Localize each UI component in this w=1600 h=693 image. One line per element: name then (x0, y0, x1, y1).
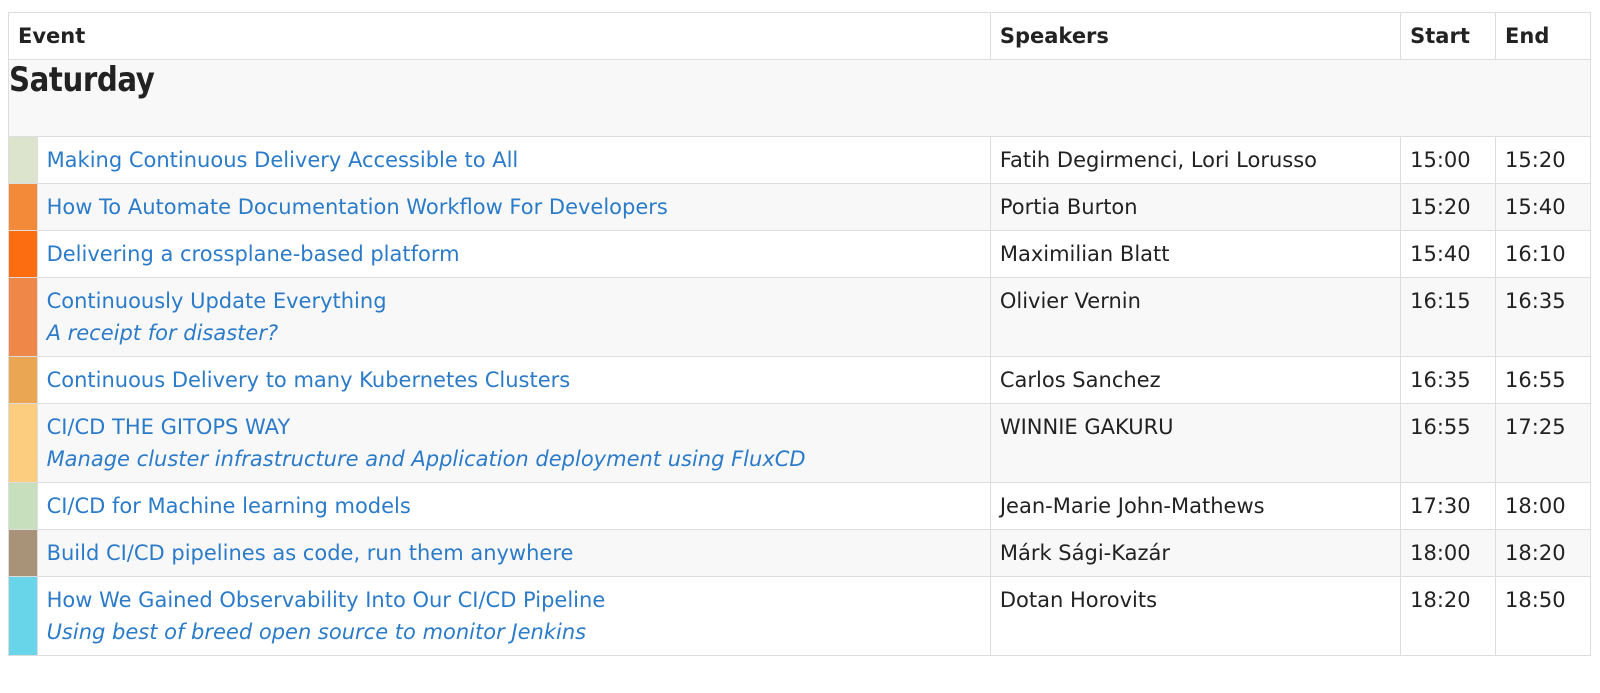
talk-title-link[interactable]: How We Gained Observability Into Our CI/… (47, 586, 981, 614)
speakers-cell: Maximilian Blatt (989, 230, 1402, 278)
start-time-cell: 15:00 (1400, 136, 1497, 184)
talk-title-link[interactable]: How To Automate Documentation Workflow F… (47, 193, 981, 221)
track-color-swatch (8, 576, 38, 656)
table-row: Continuous Delivery to many Kubernetes C… (8, 356, 1591, 404)
speakers-cell: Jean-Marie John-Mathews (989, 482, 1402, 530)
speakers-cell: Márk Sági-Kazár (989, 529, 1402, 577)
talk-title-link[interactable]: Delivering a crossplane-based platform (47, 240, 981, 268)
talk-title-link[interactable]: Continuously Update Everything (47, 287, 981, 315)
track-color-swatch (8, 482, 38, 530)
talk-title-link[interactable]: Continuous Delivery to many Kubernetes C… (47, 366, 981, 394)
event-cell: CI/CD THE GITOPS WAY Manage cluster infra… (36, 403, 991, 483)
start-time-cell: 15:40 (1400, 230, 1497, 278)
event-cell: Build CI/CD pipelines as code, run them … (36, 529, 991, 577)
end-time-cell: 16:10 (1495, 230, 1591, 278)
start-time-cell: 18:20 (1400, 576, 1497, 656)
speakers-column-header: Speakers (989, 12, 1402, 60)
track-color-swatch (8, 403, 38, 483)
table-row: CI/CD for Machine learning models Jean-Ma… (8, 482, 1591, 530)
table-row: Making Continuous Delivery Accessible to… (8, 136, 1591, 184)
table-row: CI/CD THE GITOPS WAY Manage cluster infra… (8, 403, 1591, 483)
start-time-cell: 15:20 (1400, 183, 1497, 231)
end-time-cell: 15:40 (1495, 183, 1591, 231)
track-color-swatch (8, 230, 38, 278)
speakers-cell: Dotan Horovits (989, 576, 1402, 656)
track-color-swatch (8, 136, 38, 184)
end-time-cell: 18:20 (1495, 529, 1591, 577)
schedule-table: Event Speakers Start End Saturday Making… (8, 12, 1591, 656)
event-cell: How We Gained Observability Into Our CI/… (36, 576, 991, 656)
end-time-cell: 15:20 (1495, 136, 1591, 184)
day-title: Saturday (9, 60, 155, 100)
event-cell: Continuous Delivery to many Kubernetes C… (36, 356, 991, 404)
event-cell: Delivering a crossplane-based platform (36, 230, 991, 278)
start-column-header: Start (1400, 12, 1497, 60)
end-column-header: End (1495, 12, 1591, 60)
talk-subtitle: A receipt for disaster? (46, 321, 279, 345)
start-time-cell: 16:55 (1400, 403, 1497, 483)
event-cell: Making Continuous Delivery Accessible to… (36, 136, 991, 184)
speakers-cell: Portia Burton (989, 183, 1402, 231)
schedule-container: Event Speakers Start End Saturday Making… (8, 12, 1591, 656)
end-time-cell: 17:25 (1495, 403, 1591, 483)
header-row: Event Speakers Start End (8, 12, 1591, 60)
speakers-cell: Fatih Degirmenci, Lori Lorusso (989, 136, 1402, 184)
event-column-header: Event (8, 12, 991, 60)
talk-title-link[interactable]: Build CI/CD pipelines as code, run them … (47, 539, 981, 567)
start-time-cell: 16:35 (1400, 356, 1497, 404)
event-cell: Continuously Update Everything A receipt … (36, 277, 991, 357)
event-cell: How To Automate Documentation Workflow F… (36, 183, 991, 231)
track-color-swatch (8, 277, 38, 357)
end-time-cell: 18:00 (1495, 482, 1591, 530)
table-row: How We Gained Observability Into Our CI/… (8, 576, 1591, 656)
track-color-swatch (8, 529, 38, 577)
speakers-cell: Carlos Sanchez (989, 356, 1402, 404)
event-cell: CI/CD for Machine learning models (36, 482, 991, 530)
start-time-cell: 16:15 (1400, 277, 1497, 357)
talk-title-link[interactable]: CI/CD for Machine learning models (47, 492, 981, 520)
start-time-cell: 18:00 (1400, 529, 1497, 577)
end-time-cell: 16:35 (1495, 277, 1591, 357)
table-row: How To Automate Documentation Workflow F… (8, 183, 1591, 231)
track-color-swatch (8, 356, 38, 404)
speakers-cell: WINNIE GAKURU (989, 403, 1402, 483)
table-row: Continuously Update Everything A receipt … (8, 277, 1591, 357)
end-time-cell: 18:50 (1495, 576, 1591, 656)
end-time-cell: 16:55 (1495, 356, 1591, 404)
day-cell: Saturday (8, 59, 1591, 137)
track-color-swatch (8, 183, 38, 231)
talk-subtitle: Using best of breed open source to monit… (46, 620, 587, 644)
speakers-cell: Olivier Vernin (989, 277, 1402, 357)
talk-title-link[interactable]: CI/CD THE GITOPS WAY (47, 413, 981, 441)
start-time-cell: 17:30 (1400, 482, 1497, 530)
table-row: Build CI/CD pipelines as code, run them … (8, 529, 1591, 577)
talk-subtitle: Manage cluster infrastructure and Applic… (46, 447, 806, 471)
table-row: Delivering a crossplane-based platform Ma… (8, 230, 1591, 278)
talk-title-link[interactable]: Making Continuous Delivery Accessible to… (47, 146, 981, 174)
day-row: Saturday (8, 59, 1591, 137)
